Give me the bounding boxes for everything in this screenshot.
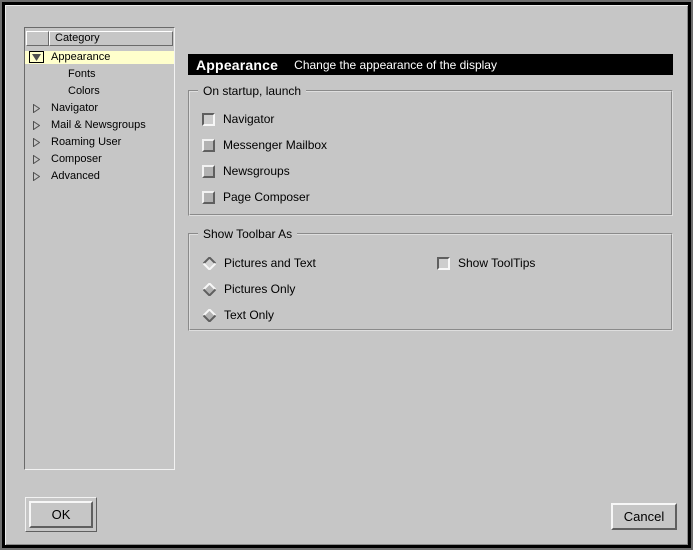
tree-item-label: Mail & Newsgroups — [25, 119, 174, 132]
radio-text-only[interactable]: Text Only — [203, 307, 274, 323]
radio-pictures-only[interactable]: Pictures Only — [203, 281, 295, 297]
radio-diamond-icon[interactable] — [203, 283, 216, 296]
expand-triangle-icon[interactable] — [31, 171, 41, 182]
tree-item-fonts[interactable]: Fonts — [25, 68, 174, 81]
window-frame: Category Appearance Fonts Colors — [0, 0, 693, 550]
checkbox-icon[interactable] — [202, 165, 215, 178]
tree-item-advanced[interactable]: Advanced — [25, 170, 174, 183]
radio-label: Pictures Only — [224, 282, 295, 296]
collapse-triangle-icon[interactable] — [29, 51, 44, 63]
radio-pictures-and-text[interactable]: Pictures and Text — [203, 255, 316, 271]
checkbox-show-tooltips[interactable]: Show ToolTips — [437, 255, 535, 271]
radio-diamond-icon[interactable] — [203, 309, 216, 322]
ok-button[interactable]: OK — [29, 501, 93, 528]
tree-item-label: Composer — [25, 153, 174, 166]
checkbox-newsgroups[interactable]: Newsgroups — [202, 163, 290, 179]
page-header: Appearance Change the appearance of the … — [188, 54, 673, 75]
checkbox-label: Newsgroups — [223, 164, 290, 178]
tree-header-spacer — [26, 31, 49, 46]
checkbox-messenger-mailbox[interactable]: Messenger Mailbox — [202, 137, 327, 153]
category-tree-panel: Category Appearance Fonts Colors — [24, 27, 175, 470]
tree-header: Category — [26, 31, 173, 46]
show-toolbar-group-title: Show Toolbar As — [198, 227, 297, 241]
expand-triangle-icon[interactable] — [31, 154, 41, 165]
startup-launch-group: On startup, launch Navigator Messenger M… — [188, 90, 673, 216]
tree-item-colors[interactable]: Colors — [25, 85, 174, 98]
expand-triangle-icon[interactable] — [31, 103, 41, 114]
radio-label: Text Only — [224, 308, 274, 322]
checkbox-icon[interactable] — [437, 257, 450, 270]
checkbox-icon[interactable] — [202, 191, 215, 204]
tree-item-navigator[interactable]: Navigator — [25, 102, 174, 115]
checkbox-icon[interactable] — [202, 113, 215, 126]
tree-header-category: Category — [49, 31, 173, 46]
expand-triangle-icon[interactable] — [31, 120, 41, 131]
checkbox-label: Messenger Mailbox — [223, 138, 327, 152]
startup-launch-group-title: On startup, launch — [198, 84, 306, 98]
page-title: Appearance — [196, 57, 278, 73]
preferences-dialog: Category Appearance Fonts Colors — [5, 5, 688, 545]
tree-item-appearance[interactable]: Appearance — [25, 51, 174, 64]
radio-diamond-icon[interactable] — [203, 257, 216, 270]
page-subtitle: Change the appearance of the display — [294, 58, 497, 72]
ok-default-ring: OK — [25, 497, 97, 532]
tree-item-composer[interactable]: Composer — [25, 153, 174, 166]
tree-item-label: Colors — [25, 85, 174, 98]
tree-item-label: Fonts — [25, 68, 174, 81]
tree-item-label: Advanced — [25, 170, 174, 183]
checkbox-label: Navigator — [223, 112, 274, 126]
tree-item-label: Roaming User — [25, 136, 174, 149]
tree-item-label: Appearance — [25, 51, 174, 64]
tree-item-mail-newsgroups[interactable]: Mail & Newsgroups — [25, 119, 174, 132]
checkbox-page-composer[interactable]: Page Composer — [202, 189, 310, 205]
tree-item-roaming-user[interactable]: Roaming User — [25, 136, 174, 149]
radio-label: Pictures and Text — [224, 256, 316, 270]
window-frame-inner: Category Appearance Fonts Colors — [2, 2, 691, 548]
cancel-button[interactable]: Cancel — [611, 503, 677, 530]
checkbox-label: Page Composer — [223, 190, 310, 204]
show-toolbar-group: Show Toolbar As Pictures and Text — [188, 233, 673, 331]
checkbox-icon[interactable] — [202, 139, 215, 152]
tree-item-label: Navigator — [25, 102, 174, 115]
expand-triangle-icon[interactable] — [31, 137, 41, 148]
checkbox-label: Show ToolTips — [458, 256, 535, 270]
checkbox-navigator[interactable]: Navigator — [202, 111, 274, 127]
